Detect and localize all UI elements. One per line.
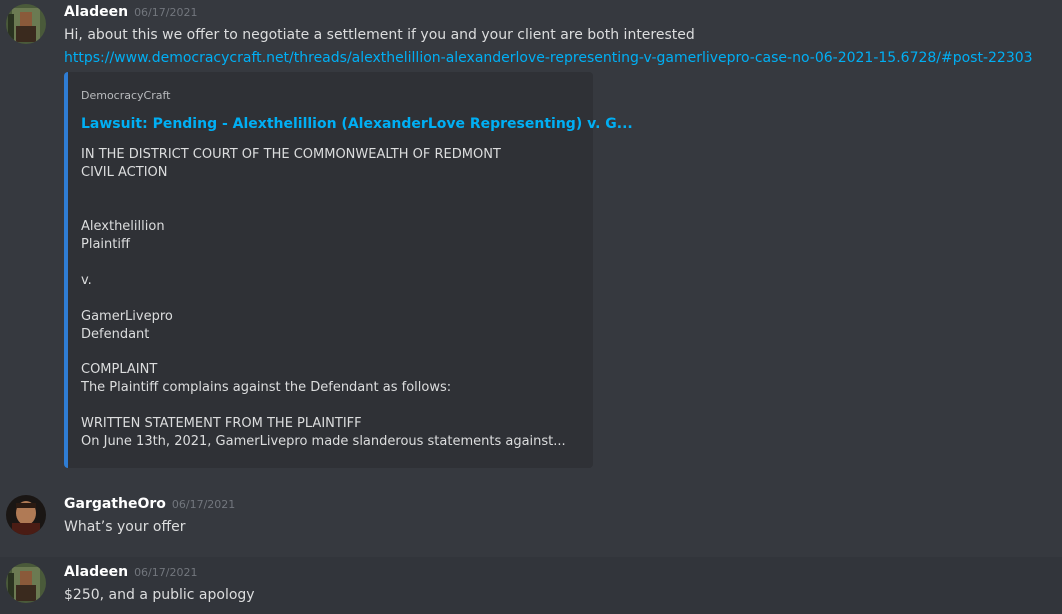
embed-line: WRITTEN STATEMENT FROM THE PLAINTIFF bbox=[81, 416, 362, 431]
message-2: GargatheOro 06/17/2021 What’s your offer bbox=[0, 490, 1062, 540]
message-link[interactable]: https://www.democracycraft.net/threads/a… bbox=[64, 50, 1062, 66]
user-avatar[interactable] bbox=[6, 563, 46, 603]
message-3: Aladeen 06/17/2021 $250, and a public apo… bbox=[0, 557, 1062, 614]
message-author[interactable]: Aladeen 06/17/2021 bbox=[64, 4, 197, 20]
message-author[interactable]: GargatheOro 06/17/2021 bbox=[64, 496, 235, 512]
link-embed: DemocracyCraft Lawsuit: Pending - Alexth… bbox=[64, 72, 633, 468]
embed-line: IN THE DISTRICT COURT OF THE COMMONWEALT… bbox=[81, 147, 501, 162]
message-timestamp: 06/17/2021 bbox=[134, 6, 198, 19]
message-timestamp: 06/17/2021 bbox=[171, 498, 236, 511]
embed-provider[interactable]: DemocracyCraft bbox=[81, 89, 171, 102]
message-text: Hi, about this we offer to negotiate a s… bbox=[64, 27, 695, 43]
message-author[interactable]: Aladeen 06/17/2021 bbox=[64, 564, 197, 580]
embed-line: COMPLAINT bbox=[81, 362, 158, 377]
message-text: $250, and a public apology bbox=[64, 587, 255, 603]
embed-line: Plaintiff bbox=[81, 237, 130, 252]
embed-line: On June 13th, 2021, GamerLivepro made sl… bbox=[81, 434, 566, 449]
embed-line: Alexthelillion bbox=[81, 219, 165, 234]
embed-line: CIVIL ACTION bbox=[81, 165, 168, 180]
message-1: Aladeen 06/17/2021 Hi, about this we offe… bbox=[0, 0, 1062, 480]
message-text: What’s your offer bbox=[64, 519, 186, 535]
message-timestamp: 06/17/2021 bbox=[134, 566, 198, 579]
embed-line: GamerLivepro bbox=[81, 309, 173, 324]
embed-line: Defendant bbox=[81, 327, 150, 342]
user-avatar[interactable] bbox=[6, 495, 46, 535]
user-avatar[interactable] bbox=[6, 4, 46, 44]
embed-line: The Plaintiff complains against the Defe… bbox=[81, 380, 452, 395]
embed-title[interactable]: Lawsuit: Pending - Alexthelillion (Alexa… bbox=[81, 116, 633, 132]
embed-line: v. bbox=[81, 273, 92, 288]
